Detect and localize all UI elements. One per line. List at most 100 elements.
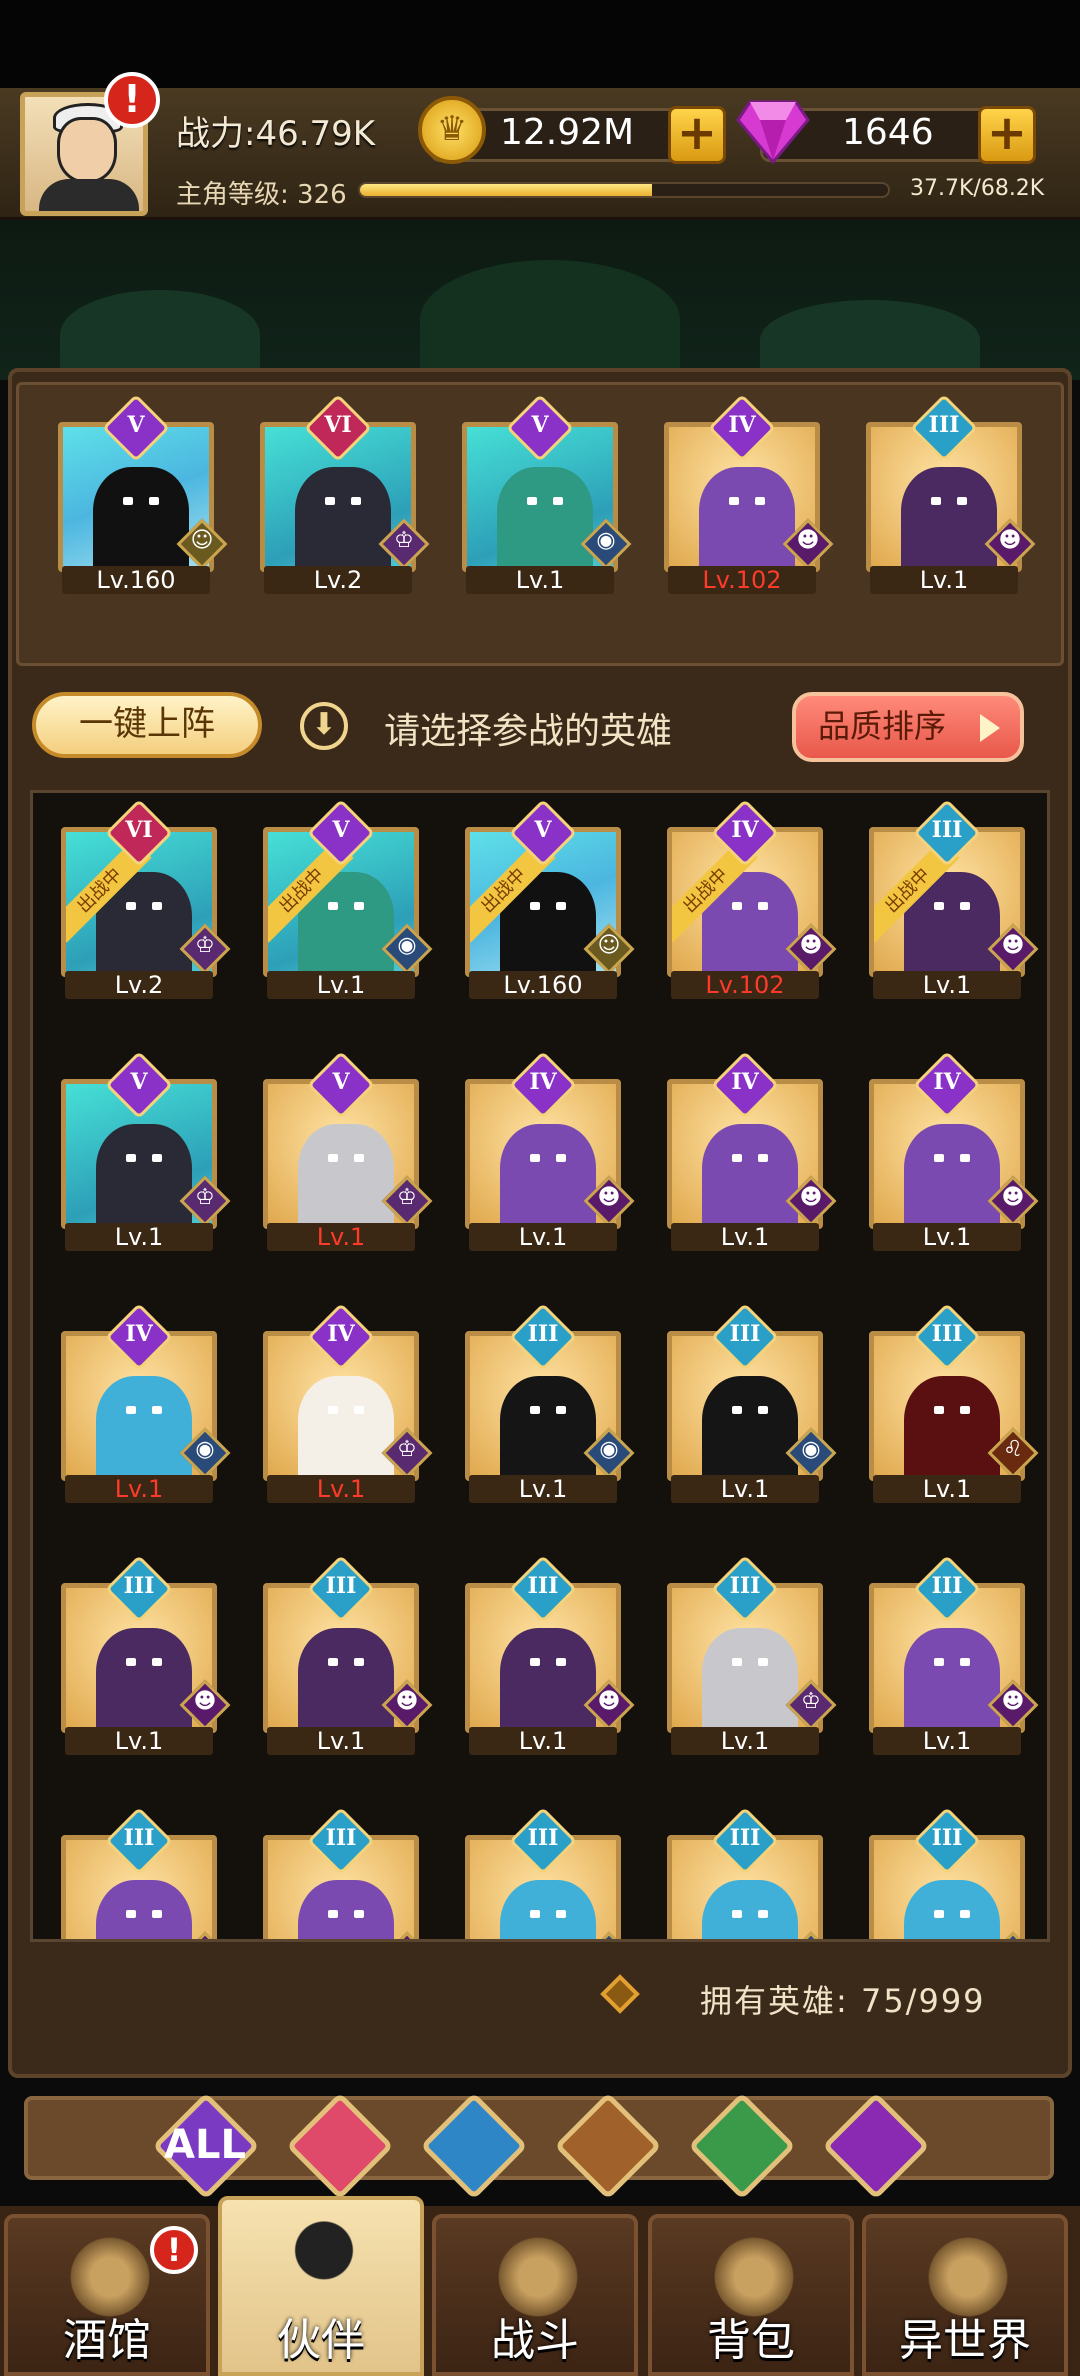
hero-card[interactable]: III ◉ [667,1807,837,1939]
all-filter-icon[interactable]: ALL [150,2090,260,2200]
rank-numeral: III [729,1321,761,1347]
rank-badge-icon: III [509,1555,577,1623]
nav-item-2[interactable]: 战斗 [432,2214,638,2376]
rank-badge-icon: III [913,1807,981,1875]
hero-card[interactable]: III ☻ Lv.1 [869,1555,1039,1755]
hero-card[interactable]: III ♌ Lv.1 [869,1303,1039,1503]
nav-item-1[interactable]: 伙伴 [218,2196,424,2376]
beast-class-icon: ♌ [987,1427,1039,1479]
hero-portrait [904,1376,1000,1476]
quality-sort-button[interactable]: 品质排序 [792,692,1024,762]
demon-class-icon[interactable] [820,2090,930,2200]
hero-card[interactable]: V ♔ Lv.1 [263,1051,433,1251]
hero-card[interactable]: III ◉ [465,1807,635,1939]
demon-class-icon: ☻ [785,1175,837,1227]
demon-class-icon: ☻ [179,1679,231,1731]
auto-deploy-button[interactable]: 一键上阵 [32,692,262,758]
aqua-class-icon[interactable] [418,2090,528,2200]
nav-item-3[interactable]: 背包 [648,2214,854,2376]
hero-level: Lv.1 [469,1475,617,1503]
hero-portrait [298,1628,394,1728]
hero-card[interactable]: III ☻ [263,1807,433,1939]
hero-card[interactable]: VI ♔ Lv.2 [260,394,430,594]
rank-numeral: IV [529,1069,557,1095]
hero-card[interactable]: III ♔ Lv.1 [667,1555,837,1755]
hero-portrait [702,1376,798,1476]
rank-badge-icon: III [105,1555,173,1623]
rank-badge-icon: IV [711,799,779,867]
hero-level: Lv.160 [62,566,210,594]
rank-badge-icon: V [105,1051,173,1119]
aqua-class-icon: ◉ [785,1931,837,1939]
elf-class-icon[interactable] [686,2090,796,2200]
warrior-class-icon: ♔ [378,518,430,570]
combat-power: 战力:46.79K [176,114,376,154]
rank-badge-icon: III [307,1807,375,1875]
rank-numeral: VI [324,412,352,438]
hero-card[interactable]: III ◉ Lv.1 [465,1303,635,1503]
hero-card[interactable]: V ♔ Lv.1 [61,1051,231,1251]
owned-heroes-count: 拥有英雄: 75/999 [700,1982,986,2020]
rank-badge-icon: IV [307,1303,375,1371]
nav-label: 酒馆 [63,2315,151,2366]
add-gem-button[interactable]: + [978,106,1036,164]
rank-numeral: III [931,1321,963,1347]
hero-card[interactable]: III ☻ Lv.1 [465,1555,635,1755]
hero-card[interactable]: III ☻ Lv.1 [61,1555,231,1755]
hero-portrait [904,1124,1000,1224]
rank-badge-icon: V [102,394,170,462]
hero-card[interactable]: V ☺ Lv.160 [58,394,228,594]
hero-card[interactable]: III ◉ Lv.1 [667,1303,837,1503]
rank-badge-icon: IV [913,1051,981,1119]
hero-grid[interactable]: 出战中 VI ♔ Lv.2 出战中 V ◉ Lv.1 出战中 V ☺ Lv.160 出战中 IV ☻ Lv.1… [30,790,1050,1942]
rank-badge-icon: V [509,799,577,867]
tavern-alert-icon: ! [150,2226,198,2274]
warrior-class-icon[interactable] [284,2090,394,2200]
hero-card[interactable]: 出战中 III ☻ Lv.1 [869,799,1039,999]
hero-portrait [500,1880,596,1939]
rank-badge-icon: V [506,394,574,462]
rank-badge-icon: III [913,1303,981,1371]
hero-card[interactable]: 出战中 IV ☻ Lv.102 [667,799,837,999]
hero-level: Lv.1 [469,1727,617,1755]
hero-card[interactable]: V ◉ Lv.1 [462,394,632,594]
hero-card[interactable]: III ☻ [61,1807,231,1939]
hero-card[interactable]: 出战中 V ☺ Lv.160 [465,799,635,999]
rank-numeral: III [928,412,960,438]
gem-icon [736,100,810,164]
hero-card[interactable]: III ☻ Lv.1 [866,394,1036,594]
aqua-class-icon: ◉ [583,1931,635,1939]
hero-card[interactable]: IV ☻ Lv.1 [465,1051,635,1251]
hero-card[interactable]: III ◉ [869,1807,1039,1939]
demon-class-icon: ☻ [987,1679,1039,1731]
hero-portrait [702,1124,798,1224]
demon-class-icon: ☻ [782,518,834,570]
add-gold-button[interactable]: + [668,106,726,164]
hero-card[interactable]: IV ♔ Lv.1 [263,1303,433,1503]
hero-card[interactable]: 出战中 V ◉ Lv.1 [263,799,433,999]
rank-badge-icon: III [913,799,981,867]
beast-class-icon[interactable] [552,2090,662,2200]
hero-portrait [295,467,391,567]
hero-card[interactable]: IV ☻ Lv.1 [667,1051,837,1251]
hero-portrait [96,1124,192,1224]
hero-card[interactable]: IV ☻ Lv.102 [664,394,834,594]
rank-numeral: III [931,1825,963,1851]
hero-portrait [93,467,189,567]
rank-numeral: IV [731,1069,759,1095]
demon-class-icon: ☻ [381,1931,433,1939]
hero-portrait [904,1628,1000,1728]
hero-card[interactable]: III ☻ Lv.1 [263,1555,433,1755]
warrior-class-icon: ♔ [785,1679,837,1731]
nav-item-4[interactable]: 异世界 [862,2214,1068,2376]
status-bar [0,0,1080,88]
hero-level: Lv.1 [267,1727,415,1755]
hero-level: Lv.2 [65,971,213,999]
hero-card[interactable]: 出战中 VI ♔ Lv.2 [61,799,231,999]
hero-card[interactable]: IV ☻ Lv.1 [869,1051,1039,1251]
aqua-class-icon: ◉ [583,1427,635,1479]
hero-level: Lv.1 [671,1475,819,1503]
hero-level: Lv.1 [65,1475,213,1503]
hero-card[interactable]: IV ◉ Lv.1 [61,1303,231,1503]
warrior-class-icon: ♔ [381,1427,433,1479]
